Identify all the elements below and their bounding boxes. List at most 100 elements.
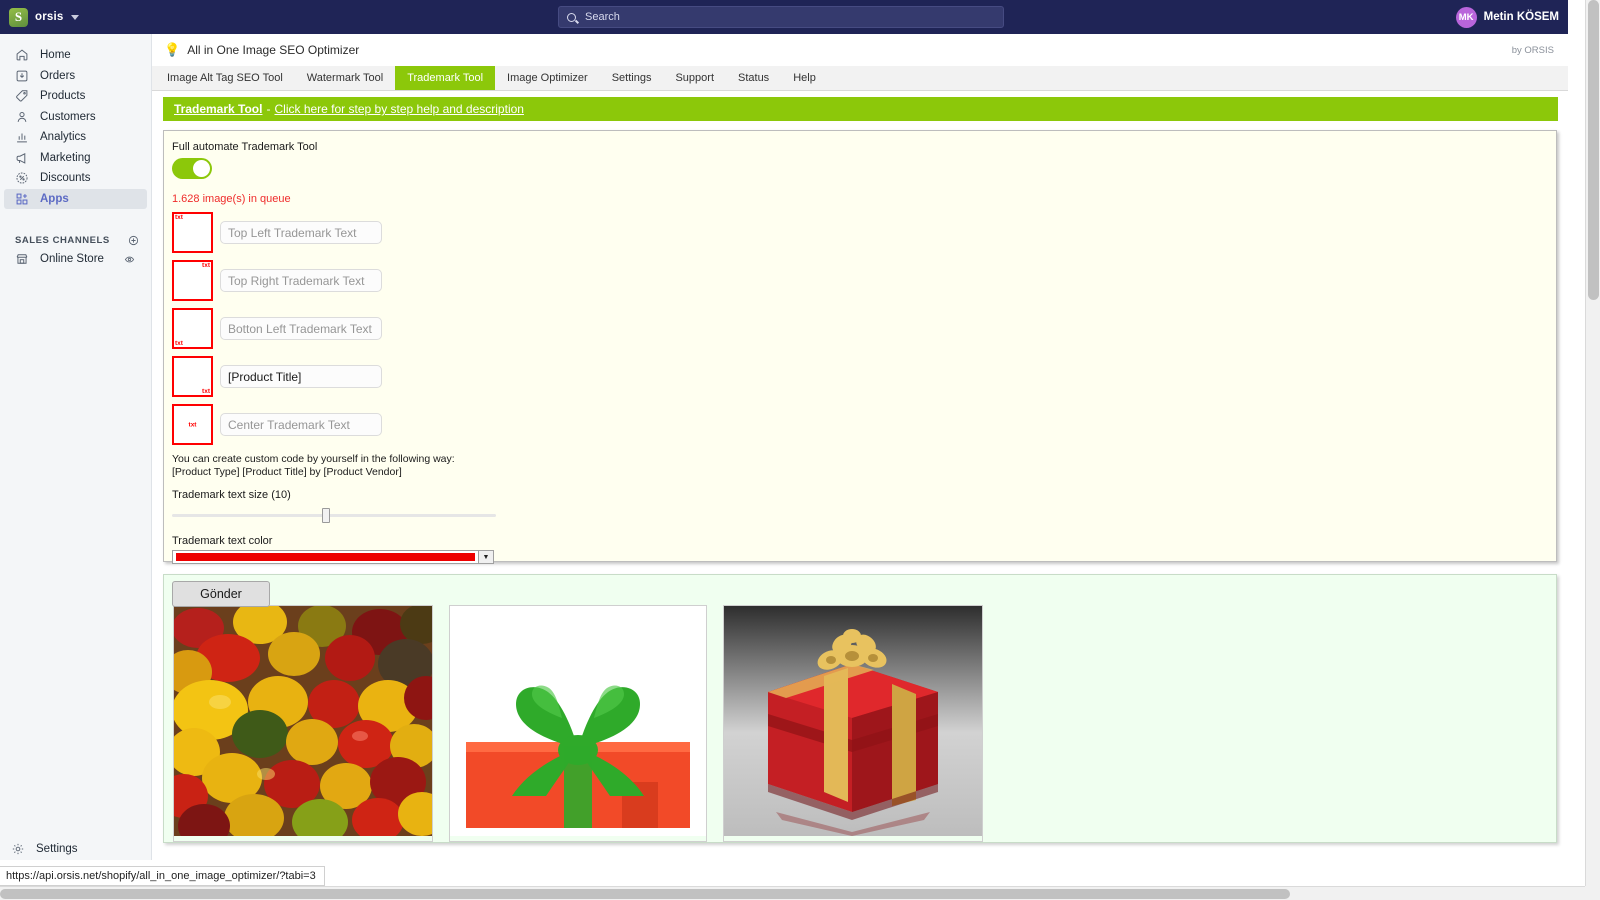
text-color-label: Trademark text color [172, 535, 273, 547]
store-name: orsis [35, 11, 64, 23]
orders-icon [16, 70, 28, 82]
samples-list [173, 605, 1556, 842]
position-marker-label: txt [175, 340, 183, 347]
trademark-field-row-bottom-right: txt [172, 356, 1556, 397]
tab-image-optimizer[interactable]: Image Optimizer [495, 66, 600, 90]
banner-separator: - [266, 102, 271, 116]
green-bow-gift-image [450, 606, 706, 836]
submit-button[interactable]: Gönder [172, 581, 270, 607]
trademark-field-row-top-right: txt [172, 260, 1556, 301]
sidebar-item-label: Customers [40, 110, 96, 123]
sidebar-item-label: Analytics [40, 131, 87, 144]
slider-thumb[interactable] [322, 508, 330, 523]
person-icon [17, 111, 27, 122]
sidebar-nav: Home Orders Products Customers Analytics [0, 34, 151, 209]
tab-support[interactable]: Support [663, 66, 726, 90]
position-preview-top-left: txt [172, 212, 213, 253]
tab-help[interactable]: Help [781, 66, 828, 90]
plus-circle-icon[interactable] [128, 235, 139, 246]
sidebar-item-label: Discounts [40, 172, 91, 185]
status-bar: https://api.orsis.net/shopify/all_in_one… [0, 866, 325, 886]
top-left-trademark-input[interactable] [220, 221, 382, 244]
sidebar-item-label: Products [40, 90, 86, 103]
sidebar: Home Orders Products Customers Analytics [0, 34, 152, 860]
chevron-down-icon[interactable]: ▼ [478, 551, 493, 563]
home-icon [16, 49, 28, 61]
tab-watermark-tool[interactable]: Watermark Tool [295, 66, 395, 90]
sidebar-item-products[interactable]: Products [4, 86, 147, 107]
gear-icon [12, 843, 24, 855]
sidebar-item-home[interactable]: Home [4, 45, 147, 66]
sales-channels-header: SALES CHANNELS [0, 231, 151, 249]
position-marker-label: txt [202, 388, 210, 395]
tab-settings[interactable]: Settings [600, 66, 664, 90]
sidebar-item-label: Marketing [40, 151, 91, 164]
top-right-trademark-input[interactable] [220, 269, 382, 292]
full-automate-toggle[interactable] [172, 158, 212, 179]
tab-status[interactable]: Status [726, 66, 781, 90]
bar-chart-icon [17, 133, 27, 143]
store-switcher[interactable]: orsis [0, 7, 130, 27]
eye-icon[interactable] [124, 254, 135, 265]
discount-icon [16, 172, 28, 184]
sidebar-item-discounts[interactable]: Discounts [4, 168, 147, 189]
tomatoes-sample-image [174, 606, 432, 841]
tab-image-alt-tag-seo-tool[interactable]: Image Alt Tag SEO Tool [155, 66, 295, 90]
sidebar-item-label: Online Store [40, 253, 104, 266]
app-credit: by ORSIS [1511, 44, 1554, 56]
sidebar-item-online-store[interactable]: Online Store [4, 249, 147, 270]
position-preview-center: txt [172, 404, 213, 445]
app-header: 💡 All in One Image SEO Optimizer by ORSI… [152, 34, 1568, 66]
trademark-field-row-center: txt [172, 404, 1556, 445]
color-swatch [176, 553, 475, 561]
image-samples-panel: Image samples [163, 574, 1557, 843]
storefront-icon [16, 254, 28, 264]
shopify-bag-icon [9, 7, 28, 27]
user-menu[interactable]: MK Metin KÖSEM [1455, 0, 1559, 34]
slider-track [172, 514, 496, 517]
sidebar-item-label: Settings [36, 843, 78, 855]
sales-channels-title: SALES CHANNELS [15, 234, 110, 246]
horizontal-scrollbar[interactable] [0, 886, 1600, 900]
sidebar-item-marketing[interactable]: Marketing [4, 148, 147, 169]
lightbulb-icon: 💡 [164, 42, 181, 57]
sidebar-item-analytics[interactable]: Analytics [4, 127, 147, 148]
top-bar: orsis MK Metin KÖSEM [0, 0, 1568, 34]
sidebar-item-apps[interactable]: Apps [4, 188, 147, 209]
position-preview-bottom-right: txt [172, 356, 213, 397]
banner-help-link[interactable]: Click here for step by step help and des… [274, 102, 523, 116]
vertical-scrollbar-thumb[interactable] [1588, 0, 1599, 300]
position-preview-bottom-left: txt [172, 308, 213, 349]
search-input[interactable] [583, 10, 995, 24]
sidebar-item-settings[interactable]: Settings [0, 838, 151, 860]
sidebar-item-orders[interactable]: Orders [4, 66, 147, 87]
banner-title[interactable]: Trademark Tool [174, 102, 262, 116]
queue-status: 1.628 image(s) in queue [172, 193, 291, 205]
sidebar-item-label: Apps [40, 192, 69, 205]
toggle-knob [193, 160, 210, 177]
sidebar-item-customers[interactable]: Customers [4, 107, 147, 128]
text-color-select[interactable]: ▼ [172, 550, 494, 564]
vertical-scrollbar[interactable] [1585, 0, 1600, 886]
user-name: Metin KÖSEM [1483, 11, 1559, 23]
text-size-slider[interactable] [172, 507, 496, 523]
avatar: MK [1455, 6, 1477, 28]
hint-line-2: [Product Type] [Product Title] by [Produ… [172, 465, 402, 478]
megaphone-icon [16, 152, 26, 164]
trademark-field-row-top-left: txt [172, 212, 1556, 253]
sidebar-item-label: Home [40, 49, 71, 62]
bottom-right-trademark-input[interactable] [220, 365, 382, 388]
scrollbar-corner [1585, 886, 1600, 900]
horizontal-scrollbar-thumb[interactable] [0, 889, 1290, 899]
position-preview-top-right: txt [172, 260, 213, 301]
hint-line-1: You can create custom code by yourself i… [172, 453, 455, 465]
tab-trademark-tool[interactable]: Trademark Tool [395, 66, 496, 90]
tab-bar: Image Alt Tag SEO Tool Watermark Tool Tr… [152, 66, 1568, 91]
tag-icon [16, 90, 28, 102]
position-marker-label: txt [202, 262, 210, 269]
center-trademark-input[interactable] [220, 413, 382, 436]
search-icon [567, 12, 576, 22]
search-bar[interactable] [558, 6, 1004, 28]
bottom-left-trademark-input[interactable] [220, 317, 382, 340]
status-url: https://api.orsis.net/shopify/all_in_one… [6, 870, 316, 882]
